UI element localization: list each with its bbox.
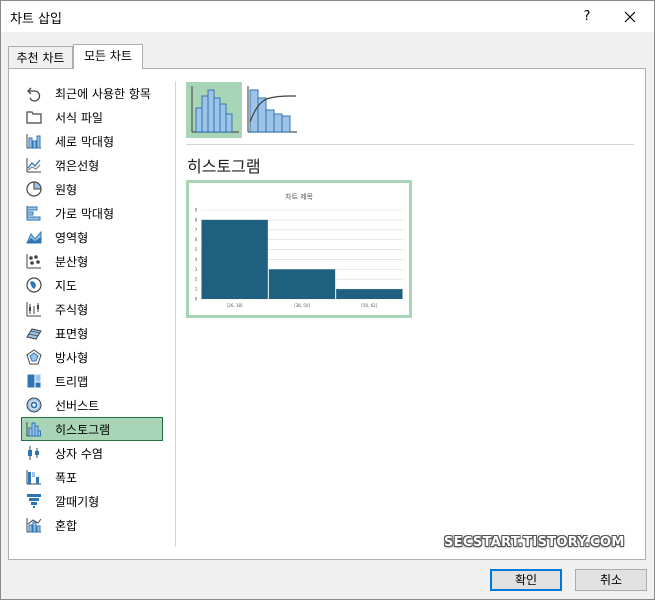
dialog-buttons: 확인 취소 bbox=[1, 560, 654, 600]
tab-all-charts[interactable]: 모든 차트 bbox=[73, 44, 143, 69]
combo-chart-icon bbox=[26, 518, 42, 533]
sidebar-item-map-chart[interactable]: 지도 bbox=[21, 273, 163, 297]
y-tick-label: 6 bbox=[195, 237, 198, 242]
sidebar-item-folder[interactable]: 서식 파일 bbox=[21, 105, 163, 129]
ok-button[interactable]: 확인 bbox=[490, 569, 562, 591]
pareto-subtype-button[interactable] bbox=[244, 82, 300, 138]
histogram-preview-chart: 차트 제목 0 1 2 3 4 5 6 7 8 9 [26, 38] [38, 50] [50, 62] bbox=[195, 192, 403, 308]
sidebar-item-label: 영역형 bbox=[55, 230, 89, 245]
divider bbox=[186, 144, 634, 145]
tab-recommended-charts[interactable]: 추천 차트 bbox=[8, 46, 73, 68]
histogram-bar bbox=[336, 289, 403, 299]
sidebar-item-sunburst-chart[interactable]: 선버스트 bbox=[21, 393, 163, 417]
y-tick-label: 2 bbox=[195, 277, 198, 282]
pie-chart-icon bbox=[26, 181, 42, 197]
y-tick-label: 0 bbox=[195, 297, 198, 302]
help-button[interactable]: ? bbox=[573, 5, 601, 29]
sidebar-item-histogram-chart[interactable]: 히스토그램 bbox=[21, 417, 163, 441]
y-tick-label: 8 bbox=[195, 217, 198, 222]
x-tick-label: [38, 50] bbox=[294, 303, 310, 308]
sidebar-item-label: 분산형 bbox=[55, 254, 89, 269]
stock-chart-icon bbox=[26, 302, 41, 317]
y-tick-label: 7 bbox=[195, 227, 198, 232]
y-tick-label: 1 bbox=[195, 287, 198, 292]
x-tick-label: [50, 62] bbox=[361, 303, 377, 308]
sidebar-item-surface-chart[interactable]: 표면형 bbox=[21, 321, 163, 345]
sidebar-item-treemap-chart[interactable]: 트리맵 bbox=[21, 369, 163, 393]
waterfall-chart-icon bbox=[26, 470, 41, 485]
y-tick-label: 5 bbox=[195, 247, 198, 252]
sidebar-item-area-chart[interactable]: 영역형 bbox=[21, 225, 163, 249]
chart-preview[interactable]: 차트 제목 0 1 2 3 4 5 6 7 8 9 [26, 38] [38, 50] [50, 62] bbox=[186, 180, 412, 318]
sidebar-item-column-chart[interactable]: 세로 막대형 bbox=[21, 129, 163, 153]
chart-type-heading: 히스토그램 bbox=[187, 157, 261, 176]
column-chart-icon bbox=[26, 134, 41, 149]
area-chart-icon bbox=[26, 230, 42, 244]
treemap-chart-icon bbox=[26, 373, 42, 389]
radar-chart-icon bbox=[26, 349, 42, 365]
sidebar-item-funnel-chart[interactable]: 깔때기형 bbox=[21, 489, 163, 513]
sidebar-item-recent[interactable]: 최근에 사용한 항목 bbox=[21, 81, 163, 105]
sidebar-item-label: 최근에 사용한 항목 bbox=[55, 86, 151, 101]
sidebar-item-label: 폭포 bbox=[55, 470, 78, 485]
sidebar-item-pie-chart[interactable]: 원형 bbox=[21, 177, 163, 201]
box-whisker-chart-icon bbox=[28, 446, 39, 460]
sidebar-item-box-whisker-chart[interactable]: 상자 수염 bbox=[21, 441, 163, 465]
chart-type-list: 최근에 사용한 항목서식 파일세로 막대형꺾은선형원형가로 막대형영역형분산형지… bbox=[21, 81, 166, 537]
y-tick-label: 3 bbox=[195, 267, 198, 272]
funnel-chart-icon bbox=[27, 494, 41, 508]
bar-chart-icon bbox=[26, 206, 41, 221]
sidebar-item-label: 표면형 bbox=[55, 326, 89, 341]
close-icon bbox=[624, 11, 636, 23]
y-tick-label: 9 bbox=[195, 208, 198, 213]
line-chart-icon bbox=[26, 158, 41, 173]
y-tick-label: 4 bbox=[195, 257, 198, 262]
divider bbox=[175, 81, 176, 547]
dialog-title: 차트 삽입 bbox=[10, 12, 62, 27]
chart-title: 차트 제목 bbox=[285, 192, 314, 201]
histogram-subtype-icon bbox=[191, 86, 239, 133]
watermark: SECSTART.TISTORY.COM bbox=[444, 535, 625, 550]
sunburst-chart-icon bbox=[26, 397, 42, 413]
histogram-chart-icon bbox=[26, 422, 41, 437]
sidebar-item-stock-chart[interactable]: 주식형 bbox=[21, 297, 163, 321]
insert-chart-dialog: 차트 삽입 ? 추천 차트 모든 차트 최근에 사용한 항목서식 파일세로 막대… bbox=[0, 0, 655, 600]
recent-icon bbox=[27, 87, 41, 102]
folder-icon bbox=[26, 111, 42, 124]
sidebar-item-scatter-chart[interactable]: 분산형 bbox=[21, 249, 163, 273]
sidebar-item-label: 원형 bbox=[55, 182, 78, 197]
sidebar-item-label: 상자 수염 bbox=[55, 446, 103, 461]
sidebar-item-label: 깔때기형 bbox=[55, 494, 100, 509]
sidebar-item-label: 세로 막대형 bbox=[55, 134, 115, 149]
cancel-button[interactable]: 취소 bbox=[575, 569, 647, 591]
close-button[interactable] bbox=[616, 5, 644, 29]
title-bar: 차트 삽입 ? bbox=[1, 1, 654, 32]
sidebar-item-waterfall-chart[interactable]: 폭포 bbox=[21, 465, 163, 489]
sidebar-item-label: 선버스트 bbox=[55, 398, 100, 413]
tab-panel: 최근에 사용한 항목서식 파일세로 막대형꺾은선형원형가로 막대형영역형분산형지… bbox=[8, 68, 646, 560]
sidebar-item-label: 트리맵 bbox=[55, 374, 89, 389]
sidebar-item-label: 혼합 bbox=[55, 518, 78, 533]
histogram-subtype-button[interactable] bbox=[186, 82, 242, 138]
sidebar-item-combo-chart[interactable]: 혼합 bbox=[21, 513, 163, 537]
sidebar-item-label: 지도 bbox=[55, 278, 78, 293]
sidebar-item-label: 꺾은선형 bbox=[55, 158, 100, 173]
histogram-bar bbox=[268, 269, 336, 299]
histogram-bar bbox=[201, 219, 268, 299]
scatter-chart-icon bbox=[26, 254, 41, 269]
sidebar-item-label: 가로 막대형 bbox=[55, 206, 115, 221]
surface-chart-icon bbox=[26, 328, 42, 340]
sidebar-item-bar-chart[interactable]: 가로 막대형 bbox=[21, 201, 163, 225]
sidebar-item-label: 주식형 bbox=[55, 302, 89, 317]
sidebar-item-label: 히스토그램 bbox=[55, 422, 111, 437]
sidebar-item-line-chart[interactable]: 꺾은선형 bbox=[21, 153, 163, 177]
map-chart-icon bbox=[26, 277, 42, 293]
sidebar-item-radar-chart[interactable]: 방사형 bbox=[21, 345, 163, 369]
x-tick-label: [26, 38] bbox=[227, 303, 243, 308]
sidebar-item-label: 서식 파일 bbox=[55, 110, 103, 125]
pareto-subtype-icon bbox=[247, 86, 297, 133]
sidebar-item-label: 방사형 bbox=[55, 350, 89, 365]
